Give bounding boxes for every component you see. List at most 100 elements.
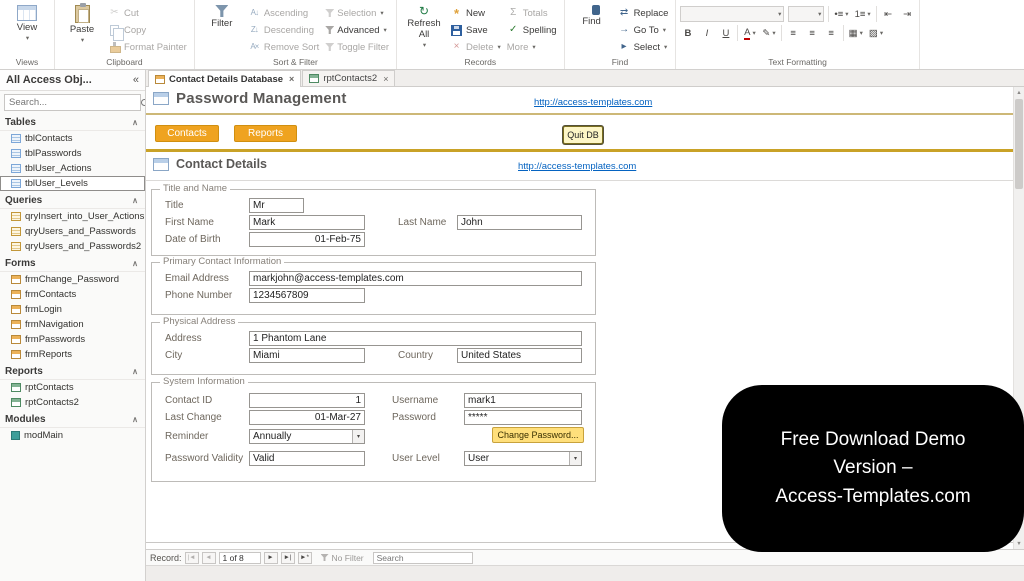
navigation-pane-header[interactable]: All Access Obj... « xyxy=(0,70,145,91)
nav-item-tblUser_Actions[interactable]: tblUser_Actions xyxy=(0,161,145,176)
go-to-button[interactable]: → Go To ▾ xyxy=(618,23,669,37)
collapse-pane-icon[interactable]: « xyxy=(133,74,139,86)
new-record-ribbon-button[interactable]: * New xyxy=(450,6,501,20)
record-search-input[interactable] xyxy=(373,552,473,564)
first-name-field[interactable] xyxy=(249,215,365,230)
refresh-all-button[interactable]: ↻ Refresh All ▾ xyxy=(401,3,447,49)
nav-section-modules[interactable]: Modules ∧ xyxy=(0,412,145,428)
scrollbar-thumb[interactable] xyxy=(1015,99,1023,189)
italic-button[interactable]: I xyxy=(699,26,714,41)
increase-indent-button[interactable]: ⇥ xyxy=(900,7,915,22)
username-field[interactable] xyxy=(464,393,582,408)
select-button[interactable]: ▸ Select ▾ xyxy=(618,40,669,54)
spelling-button[interactable]: ✓ Spelling xyxy=(507,23,557,37)
nav-search-box[interactable] xyxy=(4,94,141,111)
descending-button[interactable]: Z↓ Descending xyxy=(248,23,319,37)
remove-sort-button[interactable]: A× Remove Sort xyxy=(248,40,319,54)
scroll-down-button[interactable]: ▼ xyxy=(1014,538,1024,549)
reports-button[interactable]: Reports xyxy=(234,125,297,142)
header-link[interactable]: http://access-templates.com xyxy=(534,97,652,108)
password-field[interactable] xyxy=(464,410,582,425)
format-painter-button[interactable]: Format Painter xyxy=(108,40,187,54)
previous-record-button[interactable]: ◄ xyxy=(202,552,216,564)
underline-button[interactable]: U xyxy=(718,26,733,41)
nav-item-qryUsers_and_Passwords2[interactable]: qryUsers_and_Passwords2 xyxy=(0,239,145,254)
background-color-button[interactable]: ▨▾ xyxy=(868,26,884,41)
nav-item-frmPasswords[interactable]: frmPasswords xyxy=(0,332,145,347)
bold-button[interactable]: B xyxy=(680,26,695,41)
reminder-combobox[interactable]: ▾ xyxy=(249,429,365,444)
nav-item-rptContacts[interactable]: rptContacts xyxy=(0,380,145,395)
new-blank-record-button[interactable]: ►* xyxy=(298,552,312,564)
more-button[interactable]: More ▾ xyxy=(507,40,557,54)
nav-item-tblUser_Levels[interactable]: tblUser_Levels xyxy=(0,176,145,191)
city-field[interactable] xyxy=(249,348,365,363)
last-name-field[interactable] xyxy=(457,215,582,230)
font-color-button[interactable]: A▾ xyxy=(742,26,757,41)
align-right-button[interactable]: ≡ xyxy=(824,26,839,41)
tab-rptContacts2[interactable]: rptContacts2 × xyxy=(302,70,395,86)
nav-section-reports[interactable]: Reports ∧ xyxy=(0,364,145,380)
highlight-button[interactable]: ✎▾ xyxy=(761,26,776,41)
record-position-box[interactable]: 1 of 8 xyxy=(219,552,261,564)
save-button[interactable]: Save xyxy=(450,23,501,37)
nav-section-queries[interactable]: Queries ∧ xyxy=(0,193,145,209)
subform-link[interactable]: http://access-templates.com xyxy=(518,161,636,172)
nav-section-tables[interactable]: Tables ∧ xyxy=(0,115,145,131)
email-address-field[interactable] xyxy=(249,271,582,286)
address-field[interactable] xyxy=(249,331,582,346)
filter-indicator[interactable]: No Filter xyxy=(321,553,364,563)
decrease-indent-button[interactable]: ⇤ xyxy=(881,7,896,22)
toggle-filter-button[interactable]: Toggle Filter xyxy=(325,40,389,54)
title-field[interactable] xyxy=(249,198,304,213)
bullet-list-button[interactable]: •≡▾ xyxy=(833,7,849,22)
selection-button[interactable]: Selection ▾ xyxy=(325,6,389,20)
find-button[interactable]: Find xyxy=(569,3,615,28)
paste-button[interactable]: Paste ▾ xyxy=(59,3,105,44)
replace-button[interactable]: ⇄ Replace xyxy=(618,6,669,20)
nav-item-tblPasswords[interactable]: tblPasswords xyxy=(0,146,145,161)
date-of-birth-field[interactable] xyxy=(249,232,365,247)
password-validity-field[interactable] xyxy=(249,451,365,466)
align-center-button[interactable]: ≡ xyxy=(805,26,820,41)
quit-db-button[interactable]: Quit DB xyxy=(563,126,603,144)
first-record-button[interactable]: |◄ xyxy=(185,552,199,564)
ascending-button[interactable]: A↓ Ascending xyxy=(248,6,319,20)
cut-button[interactable]: ✂ Cut xyxy=(108,6,187,20)
nav-item-rptContacts2[interactable]: rptContacts2 xyxy=(0,395,145,410)
chevron-down-icon[interactable]: ▾ xyxy=(352,430,364,443)
contact-id-field[interactable] xyxy=(249,393,365,408)
reminder-input[interactable] xyxy=(249,429,365,444)
view-button[interactable]: View ▾ xyxy=(4,3,50,42)
filter-button[interactable]: Filter xyxy=(199,3,245,30)
nav-item-tblContacts[interactable]: tblContacts xyxy=(0,131,145,146)
last-record-button[interactable]: ►| xyxy=(281,552,295,564)
change-password-button[interactable]: Change Password... xyxy=(492,427,584,443)
tab-contact-details-database[interactable]: Contact Details Database × xyxy=(148,70,301,87)
nav-item-modMain[interactable]: modMain xyxy=(0,428,145,443)
nav-item-qryUsers_and_Passwords[interactable]: qryUsers_and_Passwords xyxy=(0,224,145,239)
nav-item-frmNavigation[interactable]: frmNavigation xyxy=(0,317,145,332)
copy-button[interactable]: Copy xyxy=(108,23,187,37)
nav-section-forms[interactable]: Forms ∧ xyxy=(0,256,145,272)
country-field[interactable] xyxy=(457,348,582,363)
gridlines-button[interactable]: ▦▾ xyxy=(848,26,864,41)
font-size-combobox[interactable]: ▾ xyxy=(788,6,824,22)
nav-search-input[interactable] xyxy=(9,97,141,108)
nav-item-qryInsert_into_User_Actions[interactable]: qryInsert_into_User_Actions xyxy=(0,209,145,224)
nav-item-frmChange_Password[interactable]: frmChange_Password xyxy=(0,272,145,287)
close-icon[interactable]: × xyxy=(289,74,294,84)
advanced-button[interactable]: Advanced ▾ xyxy=(325,23,389,37)
align-left-button[interactable]: ≡ xyxy=(786,26,801,41)
numbered-list-button[interactable]: 1≡▾ xyxy=(854,7,872,22)
next-record-button[interactable]: ► xyxy=(264,552,278,564)
nav-item-frmReports[interactable]: frmReports xyxy=(0,347,145,362)
close-icon[interactable]: × xyxy=(383,74,388,84)
user-level-input[interactable] xyxy=(464,451,582,466)
user-level-combobox[interactable]: ▾ xyxy=(464,451,582,466)
nav-item-frmContacts[interactable]: frmContacts xyxy=(0,287,145,302)
nav-item-frmLogin[interactable]: frmLogin xyxy=(0,302,145,317)
totals-button[interactable]: Σ Totals xyxy=(507,6,557,20)
scroll-up-button[interactable]: ▲ xyxy=(1014,87,1024,98)
last-change-field[interactable] xyxy=(249,410,365,425)
